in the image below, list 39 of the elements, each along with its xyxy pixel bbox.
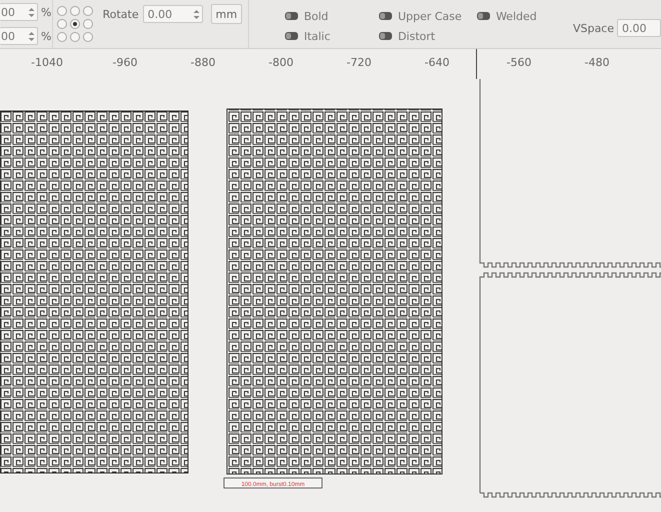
anchor-radio[interactable] [70,32,80,42]
anchor-radio[interactable] [56,6,67,16]
toggle-label: Upper Case [398,10,462,22]
anchor-radio[interactable] [56,19,67,29]
scale-field[interactable]: 00 [0,27,38,45]
scale-field[interactable]: 00 [0,3,38,21]
ruler-label: -1040 [30,56,64,69]
percent-label: % [41,6,52,18]
ruler-label: -480 [584,56,610,69]
anchor-radio[interactable] [56,32,67,42]
anchor-radio[interactable] [82,32,93,42]
anchor-radio[interactable] [82,6,93,16]
spinner-icon[interactable] [192,8,200,20]
anchor-radio[interactable] [70,6,80,16]
toggle-switch[interactable] [284,12,298,20]
toggle-label: Bold [304,10,328,22]
rotate-label: Rotate [102,8,139,20]
vspace-field[interactable]: 0.00 [617,19,661,37]
anchor-radio[interactable] [70,19,80,29]
unit-button[interactable]: mm [210,4,242,24]
toggle-switch[interactable] [284,32,298,40]
toggle-switch[interactable] [378,12,392,20]
toggle-label: Italic [304,30,330,42]
ruler-label: -560 [506,56,532,69]
ruler-label: -880 [190,56,216,69]
spinner-icon[interactable] [28,6,35,18]
ruler-label: -800 [268,56,294,69]
toggle-switch[interactable] [378,32,392,40]
toggle-label: Distort [398,30,436,42]
vspace-label: VSpace [572,22,614,34]
spinner-icon[interactable] [28,30,35,42]
ruler-label: -640 [424,56,450,69]
toggle-label: Welded [496,10,537,22]
percent-label: % [41,30,52,42]
toggle-switch[interactable] [476,12,490,20]
rotate-field[interactable]: 0.00 [142,5,203,23]
ruler-label: -720 [346,56,372,69]
ruler-label: -960 [112,56,138,69]
anchor-radio[interactable] [82,19,93,29]
